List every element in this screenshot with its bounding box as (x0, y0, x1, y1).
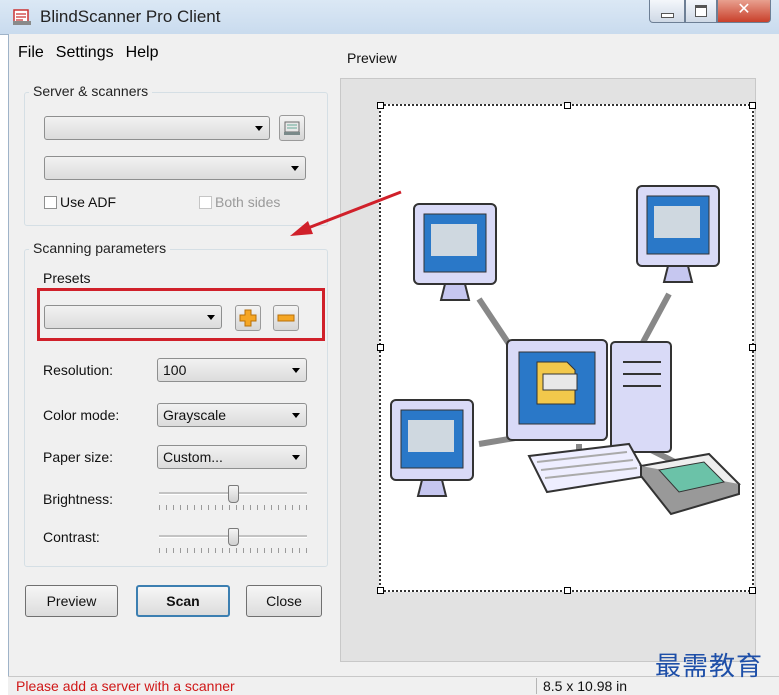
minus-icon (277, 314, 295, 322)
contrast-slider[interactable] (159, 528, 307, 553)
server-scanners-label: Server & scanners (29, 83, 153, 99)
close-button[interactable]: Close (246, 585, 322, 617)
chevron-down-icon (292, 368, 300, 373)
close-icon: ✕ (737, 1, 751, 18)
window-title: BlindScanner Pro Client (40, 7, 221, 26)
scanner-select[interactable] (44, 156, 306, 180)
checkbox-box[interactable] (44, 195, 57, 209)
title-bar: BlindScanner Pro Client ✕ (0, 0, 779, 35)
scanning-parameters-label: Scanning parameters (29, 240, 171, 256)
watermark: 最需教育 (655, 652, 764, 682)
computer-icon (413, 203, 497, 301)
brightness-slider[interactable] (159, 485, 307, 510)
chevron-down-icon (292, 455, 300, 460)
page-size-readout: 8.5 x 10.98 in (536, 678, 627, 694)
brightness-label: Brightness: (43, 491, 114, 507)
chevron-down-icon (291, 166, 299, 171)
paper-size-select[interactable]: Custom... (157, 445, 307, 469)
resolution-select[interactable]: 100 (157, 358, 307, 382)
chevron-down-icon (292, 413, 300, 418)
presets-label: Presets (43, 270, 91, 286)
maximize-button[interactable] (685, 0, 717, 23)
preset-select[interactable] (44, 305, 222, 329)
scan-button[interactable]: Scan (136, 585, 230, 617)
chevron-down-icon (207, 315, 215, 320)
computer-icon (390, 399, 474, 497)
both-sides-checkbox[interactable]: Both sides (199, 194, 280, 210)
preview-label: Preview (347, 50, 397, 66)
checkbox-box[interactable] (199, 195, 212, 209)
menu-help[interactable]: Help (120, 44, 165, 62)
server-select[interactable] (44, 116, 270, 140)
color-mode-select[interactable]: Grayscale (157, 403, 307, 427)
status-message: Please add a server with a scanner (16, 678, 235, 694)
color-mode-label: Color mode: (43, 407, 120, 423)
remove-preset-button[interactable] (273, 305, 299, 331)
use-adf-checkbox[interactable]: Use ADF (44, 194, 116, 210)
contrast-label: Contrast: (43, 529, 100, 545)
slider-thumb[interactable] (228, 528, 239, 546)
scanner-settings-button[interactable] (279, 115, 305, 141)
app-icon (13, 9, 31, 25)
paper-size-label: Paper size: (43, 449, 114, 465)
chevron-down-icon (255, 126, 263, 131)
scanner-icon (639, 452, 741, 516)
slider-thumb[interactable] (228, 485, 239, 503)
preview-button[interactable]: Preview (25, 585, 118, 617)
add-preset-button[interactable] (235, 305, 261, 331)
close-window-button[interactable]: ✕ (717, 0, 771, 23)
plus-icon (239, 309, 257, 327)
menu-file[interactable]: File (12, 44, 50, 62)
network-scanner-illustration (390, 185, 741, 516)
resolution-label: Resolution: (43, 362, 114, 378)
menu-settings[interactable]: Settings (50, 44, 120, 62)
menu-bar: File Settings Help (12, 44, 165, 62)
minimize-button[interactable] (649, 0, 685, 23)
scanner-icon (284, 121, 300, 135)
computer-icon (636, 185, 720, 283)
